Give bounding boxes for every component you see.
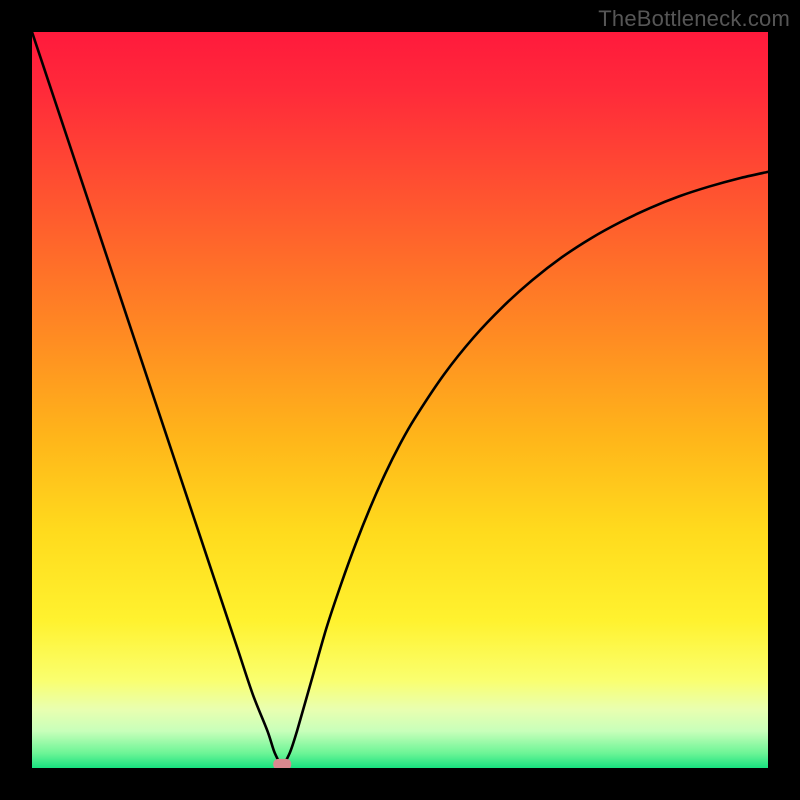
chart-svg xyxy=(32,32,768,768)
watermark-label: TheBottleneck.com xyxy=(598,6,790,32)
chart-frame: TheBottleneck.com xyxy=(0,0,800,800)
gradient-background xyxy=(32,32,768,768)
optimal-point-marker xyxy=(273,759,291,768)
plot-area xyxy=(32,32,768,768)
